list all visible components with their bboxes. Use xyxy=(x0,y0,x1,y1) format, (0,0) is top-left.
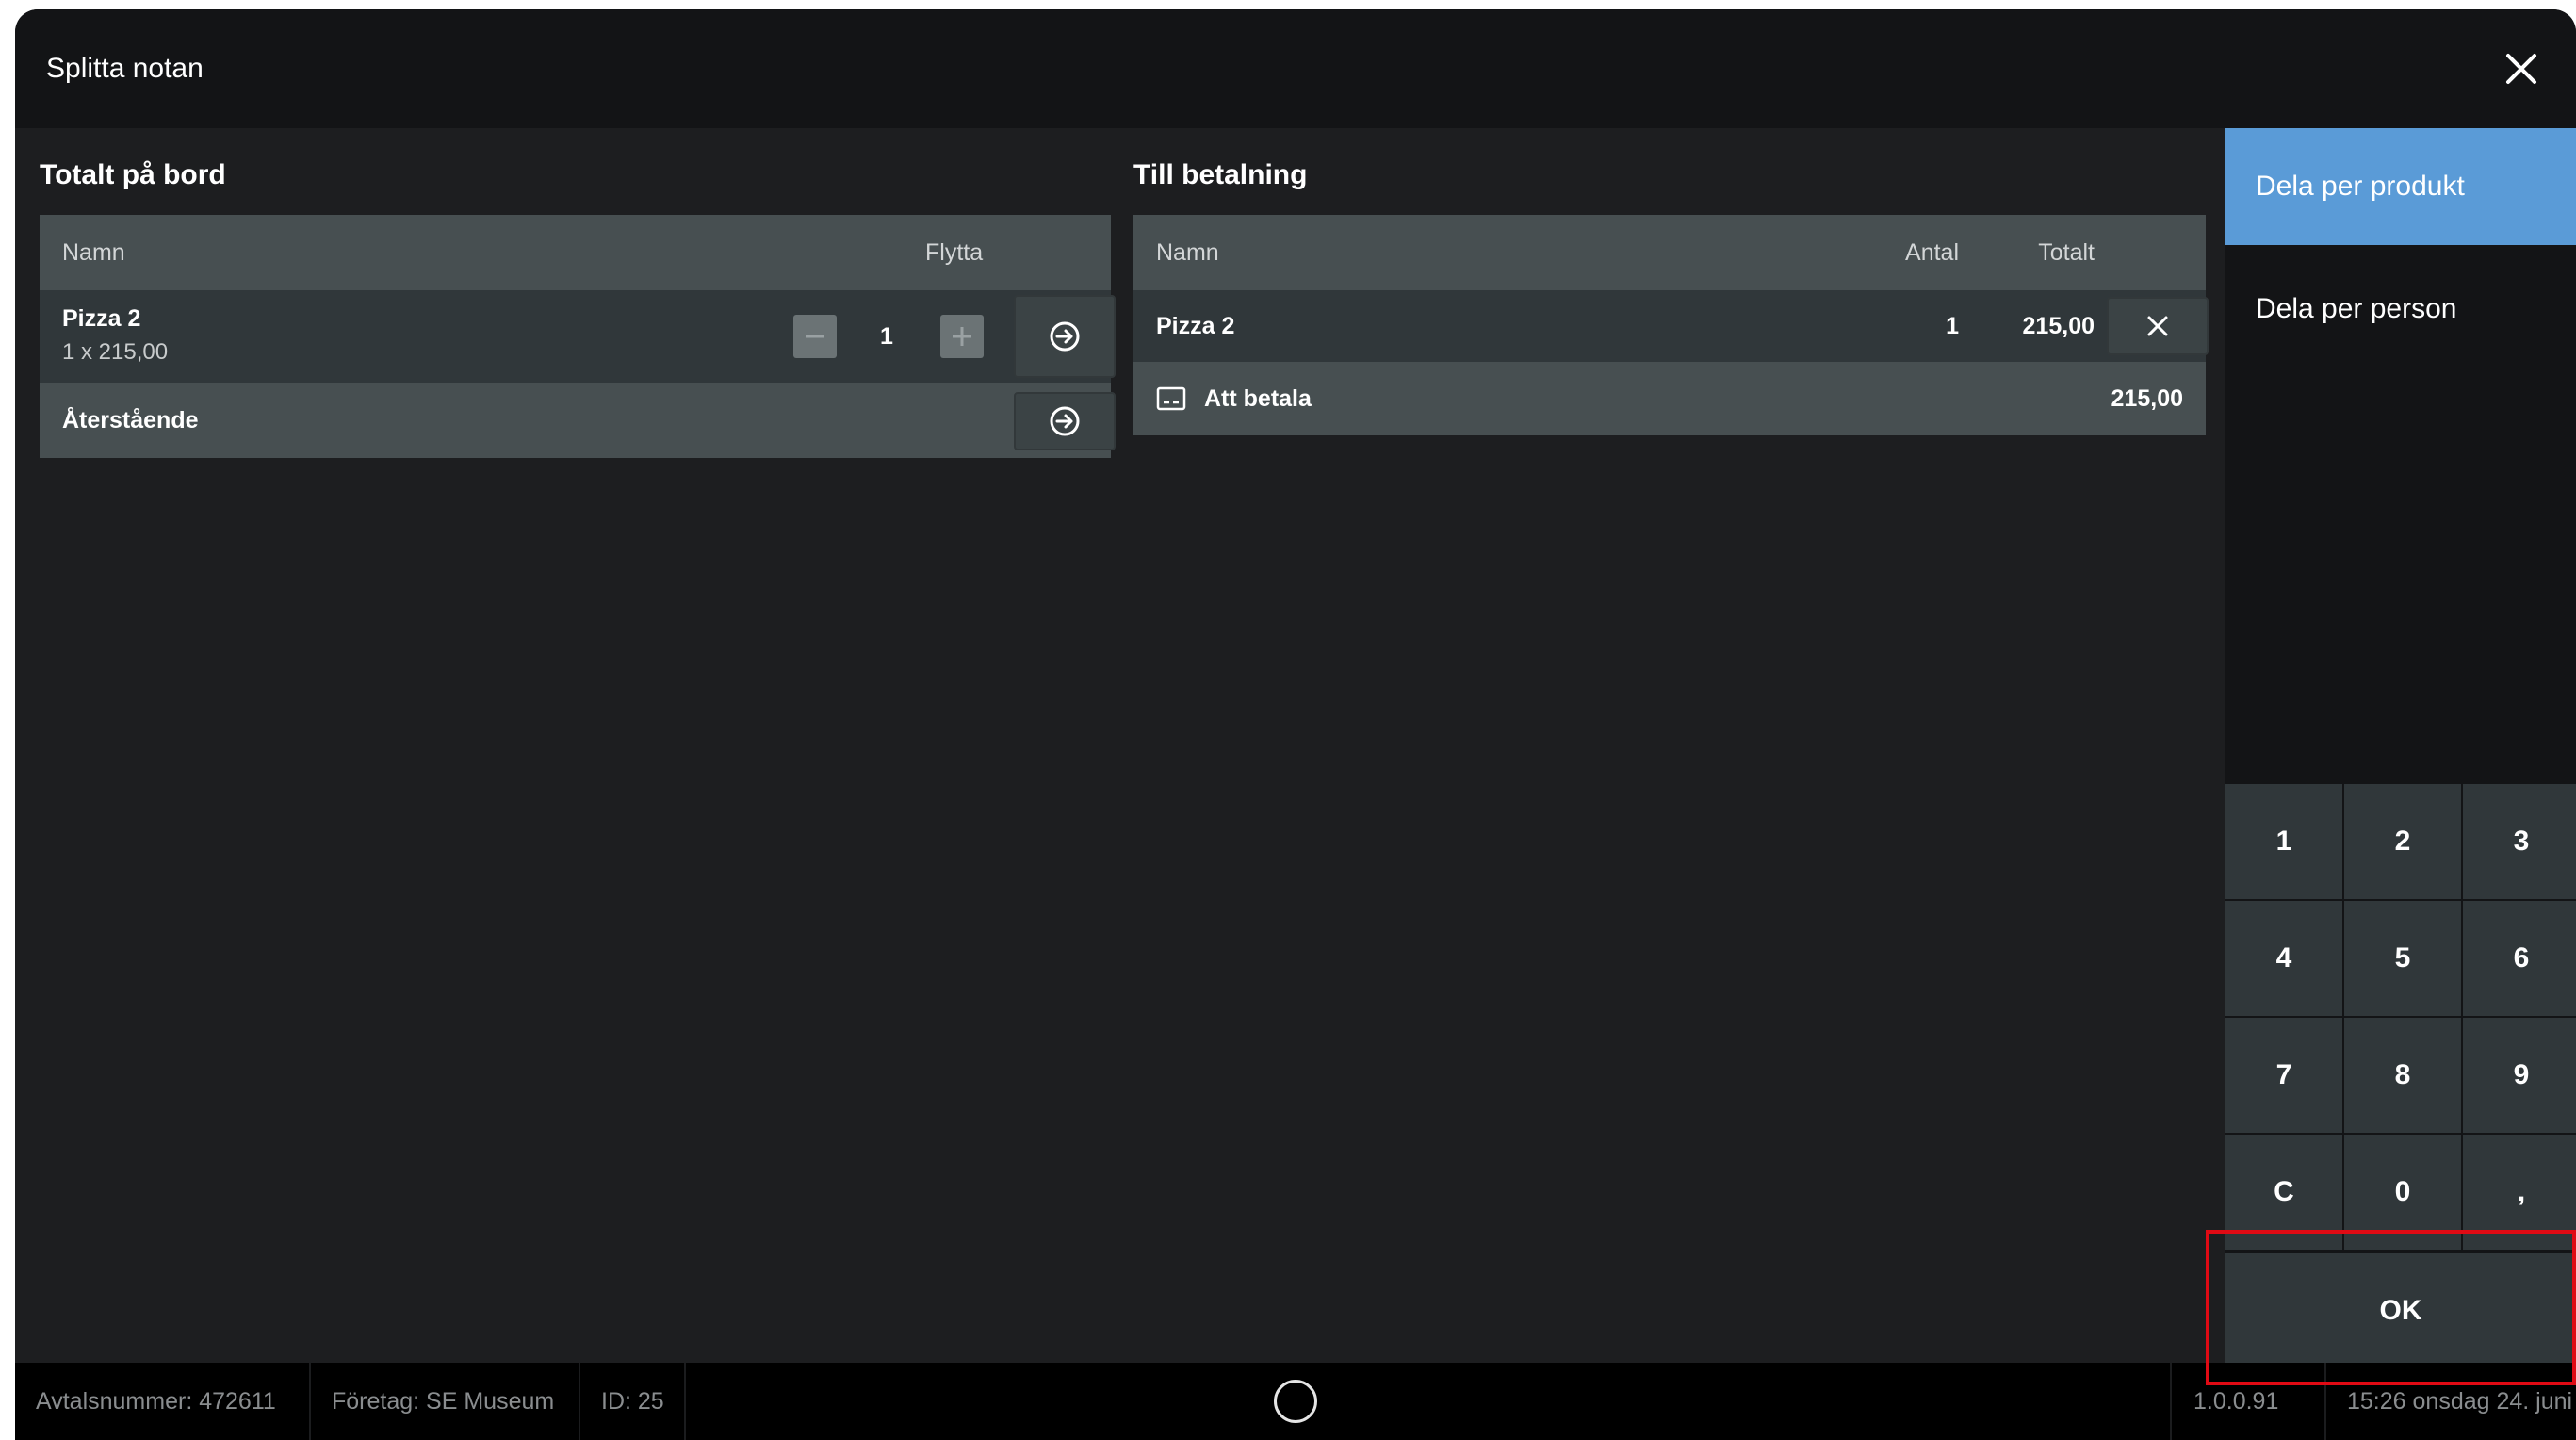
item-total: 215,00 xyxy=(2022,313,2095,339)
ok-button[interactable]: OK xyxy=(2225,1253,2576,1368)
status-divider xyxy=(684,1363,686,1440)
table-row: Pizza 2 1 215,00 xyxy=(1133,290,2209,362)
date-time: 15:26 onsdag 24. juni xyxy=(2347,1388,2573,1415)
keypad-key-9[interactable]: 9 xyxy=(2463,1018,2576,1133)
move-item-button[interactable] xyxy=(1014,295,1116,378)
remaining-label: Återstående xyxy=(62,407,199,434)
split-per-product-button[interactable]: Dela per produkt xyxy=(2225,128,2576,245)
device-id: ID: 25 xyxy=(601,1388,664,1415)
amount-due-label: Att betala xyxy=(1204,385,1312,412)
column-header-name: Namn xyxy=(1156,239,1219,266)
table-row: Pizza 2 1 x 215,00 1 xyxy=(40,290,1116,383)
item-name: Pizza 2 xyxy=(1156,313,1235,339)
close-button[interactable] xyxy=(2495,42,2548,95)
to-payment-title: Till betalning xyxy=(1133,159,1308,190)
column-header-name: Namn xyxy=(62,239,125,266)
company-name: Företag: SE Museum xyxy=(332,1388,555,1415)
arrow-right-circle-icon xyxy=(1050,321,1080,352)
dialog-title: Splitta notan xyxy=(46,53,204,84)
status-divider xyxy=(2170,1363,2172,1440)
agreement-number: Avtalsnummer: 472611 xyxy=(36,1388,276,1415)
move-remaining-button[interactable] xyxy=(1014,392,1116,450)
plus-icon xyxy=(953,327,971,346)
keypad-key-0[interactable]: 0 xyxy=(2344,1135,2461,1250)
column-header-move: Flytta xyxy=(925,239,984,266)
amount-due-value: 215,00 xyxy=(2111,385,2183,412)
app-version: 1.0.0.91 xyxy=(2193,1388,2279,1415)
remove-item-button[interactable] xyxy=(2107,297,2209,355)
keypad-key-2[interactable]: 2 xyxy=(2344,784,2461,899)
keypad-comma-key[interactable]: , xyxy=(2463,1135,2576,1250)
keypad-clear-key[interactable]: C xyxy=(2225,1135,2342,1250)
quantity-stepper: 1 xyxy=(769,290,1004,383)
keypad-key-6[interactable]: 6 xyxy=(2463,901,2576,1016)
column-header-qty: Antal xyxy=(1905,239,1959,266)
keypad-key-5[interactable]: 5 xyxy=(2344,901,2461,1016)
item-name: Pizza 2 xyxy=(62,305,141,332)
receipt-icon xyxy=(1156,386,1186,411)
increment-button[interactable] xyxy=(940,315,984,358)
close-icon xyxy=(2506,54,2536,84)
keypad-key-3[interactable]: 3 xyxy=(2463,784,2576,899)
split-controls: Dela per produkt Dela per person 1 2 3 4… xyxy=(2225,128,2576,1370)
split-per-person-button[interactable]: Dela per person xyxy=(2225,251,2576,368)
column-header-total: Totalt xyxy=(2038,239,2095,266)
item-detail: 1 x 215,00 xyxy=(62,339,169,365)
title-bar: Splitta notan xyxy=(15,9,2576,128)
split-bill-dialog: Splitta notan Totalt på bord Namn Flytta… xyxy=(15,9,2576,1440)
table-total-title: Totalt på bord xyxy=(40,159,226,190)
status-divider xyxy=(309,1363,311,1440)
keypad-key-1[interactable]: 1 xyxy=(2225,784,2342,899)
keypad-key-4[interactable]: 4 xyxy=(2225,901,2342,1016)
keypad-key-7[interactable]: 7 xyxy=(2225,1018,2342,1133)
to-payment-panel: Namn Antal Totalt Pizza 2 1 215,00 Att b… xyxy=(1133,215,2209,435)
item-quantity: 1 xyxy=(1946,313,1959,339)
to-payment-header: Namn Antal Totalt xyxy=(1133,215,2206,290)
home-button[interactable] xyxy=(1274,1380,1317,1423)
table-total-header: Namn Flytta xyxy=(40,215,1111,290)
status-divider xyxy=(579,1363,580,1440)
arrow-right-circle-icon xyxy=(1050,406,1080,436)
table-total-panel: Namn Flytta Pizza 2 1 x 215,00 1 Återstå… xyxy=(40,215,1116,458)
status-divider xyxy=(2324,1363,2326,1440)
status-bar: Avtalsnummer: 472611 Företag: SE Museum … xyxy=(15,1363,2576,1440)
remaining-row: Återstående xyxy=(40,383,1116,458)
amount-due-row: Att betala 215,00 xyxy=(1133,362,2206,435)
keypad-key-8[interactable]: 8 xyxy=(2344,1018,2461,1133)
close-icon xyxy=(2147,316,2168,336)
